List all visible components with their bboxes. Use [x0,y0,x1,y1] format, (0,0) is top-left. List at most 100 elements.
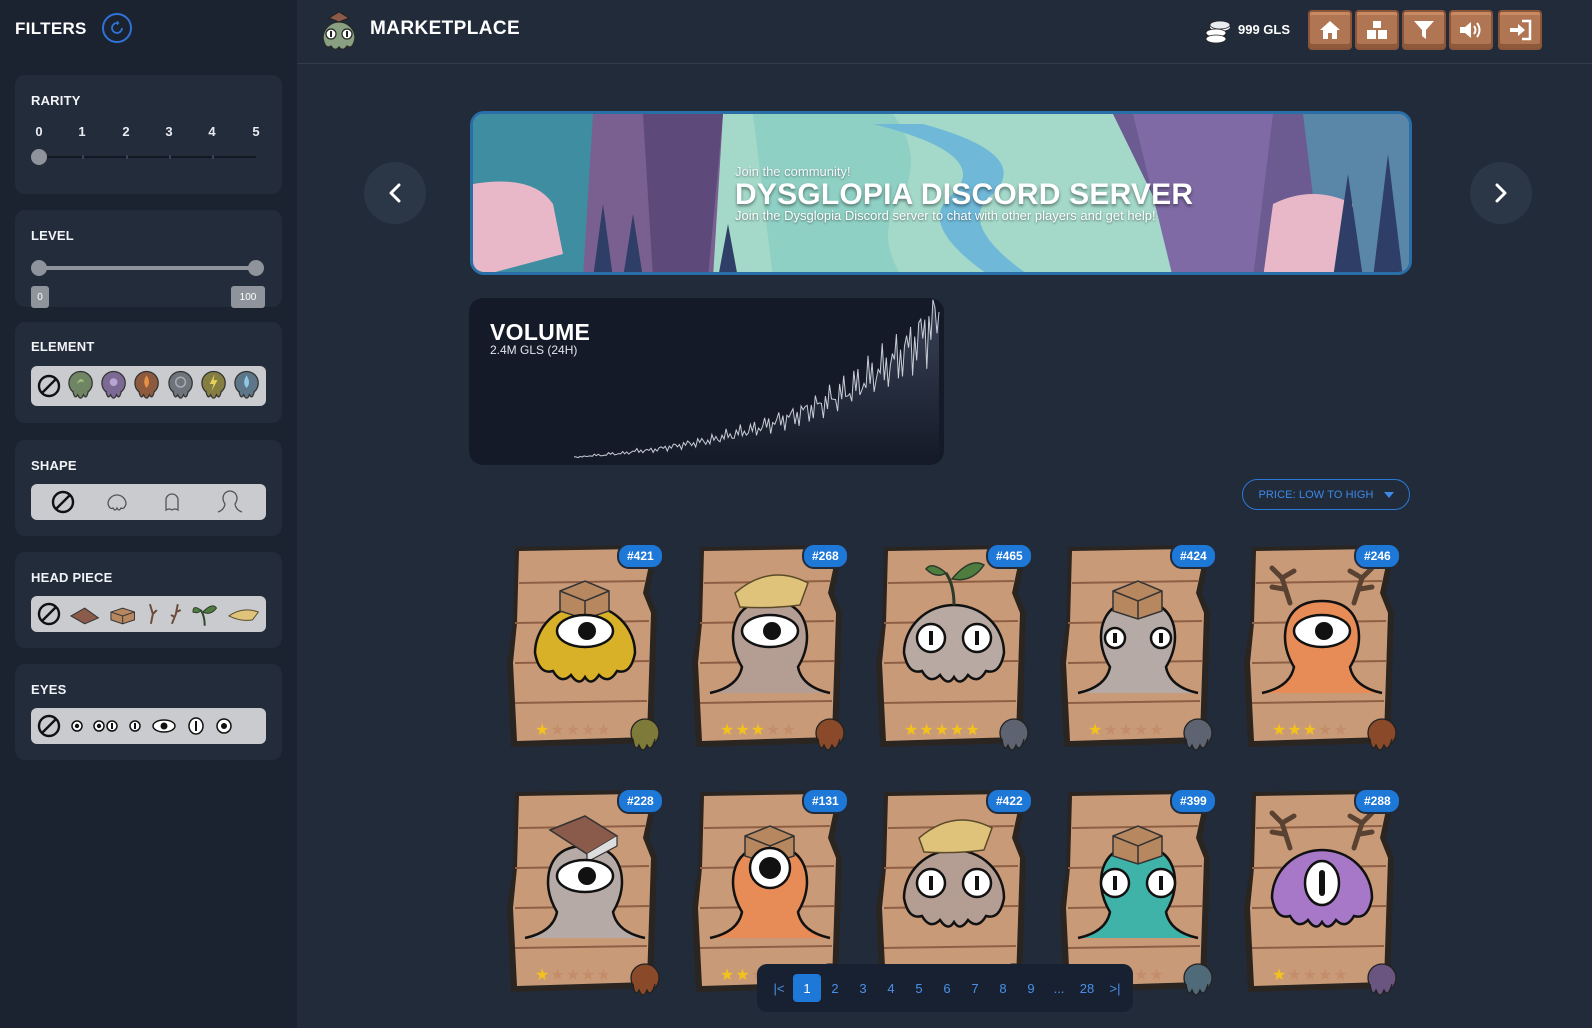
rarity-tick-5[interactable]: 5 [252,124,259,139]
psychic-element-icon[interactable] [100,369,127,403]
level-track[interactable] [39,266,256,270]
page-3-button[interactable]: 3 [849,974,877,1002]
star-empty-icon: ★ [1302,967,1319,984]
dome-shape-icon[interactable] [158,488,186,516]
card-rarity-stars: ★★★★★ [535,723,612,739]
dot-eye-icon[interactable] [215,717,233,735]
listing-card[interactable]: #465 ★★★★★ [874,543,1034,763]
level-min-thumb[interactable] [31,260,47,276]
rarity-slider-thumb[interactable] [31,149,47,165]
volume-title: VOLUME [490,319,591,345]
no-head-piece-icon[interactable] [37,602,61,626]
page-6-button[interactable]: 6 [933,974,961,1002]
filters-sidebar: FILTERS RARITY 0 1 2 3 4 5 LEVEL 0 100 E… [0,0,297,1028]
shape-options [31,484,266,520]
shape-filter: SHAPE [15,440,282,536]
card-id-badge: #268 [802,543,849,569]
star-filled-icon: ★ [750,722,767,739]
star-filled-icon: ★ [919,722,935,739]
card-rarity-stars: ★★★★★ [1272,968,1349,984]
page-28-button[interactable]: 28 [1073,974,1101,1002]
star-empty-icon: ★ [1333,722,1349,739]
element-label: ELEMENT [31,339,95,354]
star-filled-icon: ★ [535,722,551,739]
star-empty-icon: ★ [1134,967,1150,984]
nature-element-icon[interactable] [67,369,94,403]
rarity-tick-0[interactable]: 0 [35,124,42,139]
page-8-button[interactable]: 8 [989,974,1017,1002]
sort-label: PRICE: LOW TO HIGH [1258,488,1374,501]
card-id-badge: #228 [617,788,664,814]
sound-button[interactable] [1449,10,1493,50]
sort-dropdown[interactable]: PRICE: LOW TO HIGH [1242,479,1410,510]
rarity-tick-4[interactable]: 4 [208,124,215,139]
star-filled-icon: ★ [1272,967,1288,984]
page-1-button[interactable]: 1 [793,974,821,1002]
rarity-tick-1[interactable]: 1 [78,124,85,139]
inventory-button[interactable] [1355,10,1399,50]
tall-shape-icon[interactable] [214,488,246,516]
listing-card[interactable]: #246 ★★★★★ [1242,543,1402,763]
star-filled-icon: ★ [1302,722,1319,739]
no-element-icon[interactable] [37,374,61,398]
page-9-button[interactable]: 9 [1017,974,1045,1002]
rarity-tick-3[interactable]: 3 [165,124,172,139]
double-small-eyes-icon[interactable] [93,720,119,732]
fire-element-icon[interactable] [133,369,160,403]
book-head-piece-icon[interactable] [69,602,100,626]
page-4-button[interactable]: 4 [877,974,905,1002]
no-shape-icon[interactable] [51,490,75,514]
star-filled-icon: ★ [950,722,966,739]
listing-card[interactable]: #424 ★★★★★ [1058,543,1218,763]
tall-eye-icon[interactable] [187,716,205,736]
page-5-button[interactable]: 5 [905,974,933,1002]
filter-button[interactable] [1402,10,1446,50]
level-filter: LEVEL 0 100 [15,210,282,308]
level-max-thumb[interactable] [248,260,264,276]
logout-icon [1510,19,1532,41]
electric-element-icon[interactable] [200,369,227,403]
page-7-button[interactable]: 7 [961,974,989,1002]
no-eyes-icon[interactable] [37,714,61,738]
home-icon [1320,21,1340,39]
wide-eye-icon[interactable] [151,718,177,734]
rarity-filter: RARITY 0 1 2 3 4 5 [15,75,282,194]
star-empty-icon: ★ [565,967,582,984]
listing-card[interactable]: #421 ★★★★★ [505,543,665,763]
water-element-icon[interactable] [233,369,260,403]
volume-panel: VOLUME 2.4M GLS (24H) [469,298,944,465]
carousel-prev-button[interactable] [364,162,426,224]
home-button[interactable] [1308,10,1352,50]
round-eye-icon[interactable] [129,720,141,732]
logout-button[interactable] [1498,10,1542,50]
wind-element-icon[interactable] [167,369,194,403]
antler-head-piece-icon[interactable] [168,602,184,626]
star-filled-icon: ★ [735,722,751,739]
single-small-eye-icon[interactable] [71,720,83,732]
rarity-tick-2[interactable]: 2 [122,124,129,139]
star-empty-icon: ★ [596,722,612,739]
page-2-button[interactable]: 2 [821,974,849,1002]
listing-card[interactable]: #228 ★★★★★ [505,788,665,1008]
paper-hat-head-piece-icon[interactable] [227,604,260,624]
star-empty-icon: ★ [766,722,782,739]
first-page-button[interactable]: |< [765,974,793,1002]
listing-card[interactable]: #288 ★★★★★ [1242,788,1402,1008]
round-shape-icon[interactable] [103,488,131,516]
twig-head-piece-icon[interactable] [146,602,160,626]
last-page-button[interactable]: >| [1101,974,1129,1002]
reset-filters-button[interactable] [102,13,132,43]
marketplace-logo [322,11,356,50]
box-head-piece-icon[interactable] [108,602,137,626]
promo-banner[interactable]: Join the community! DYSGLOPIA DISCORD SE… [470,111,1412,275]
banner-title: DYSGLOPIA DISCORD SERVER [735,178,1194,211]
star-empty-icon: ★ [1287,967,1303,984]
element-badge-icon [1367,963,1397,996]
star-filled-icon: ★ [1088,722,1104,739]
level-min-value: 0 [31,286,49,308]
element-badge-icon [630,963,660,996]
listing-card[interactable]: #268 ★★★★★ [690,543,850,763]
rarity-track[interactable] [39,155,256,159]
sprout-head-piece-icon[interactable] [191,600,218,628]
carousel-next-button[interactable] [1470,162,1532,224]
